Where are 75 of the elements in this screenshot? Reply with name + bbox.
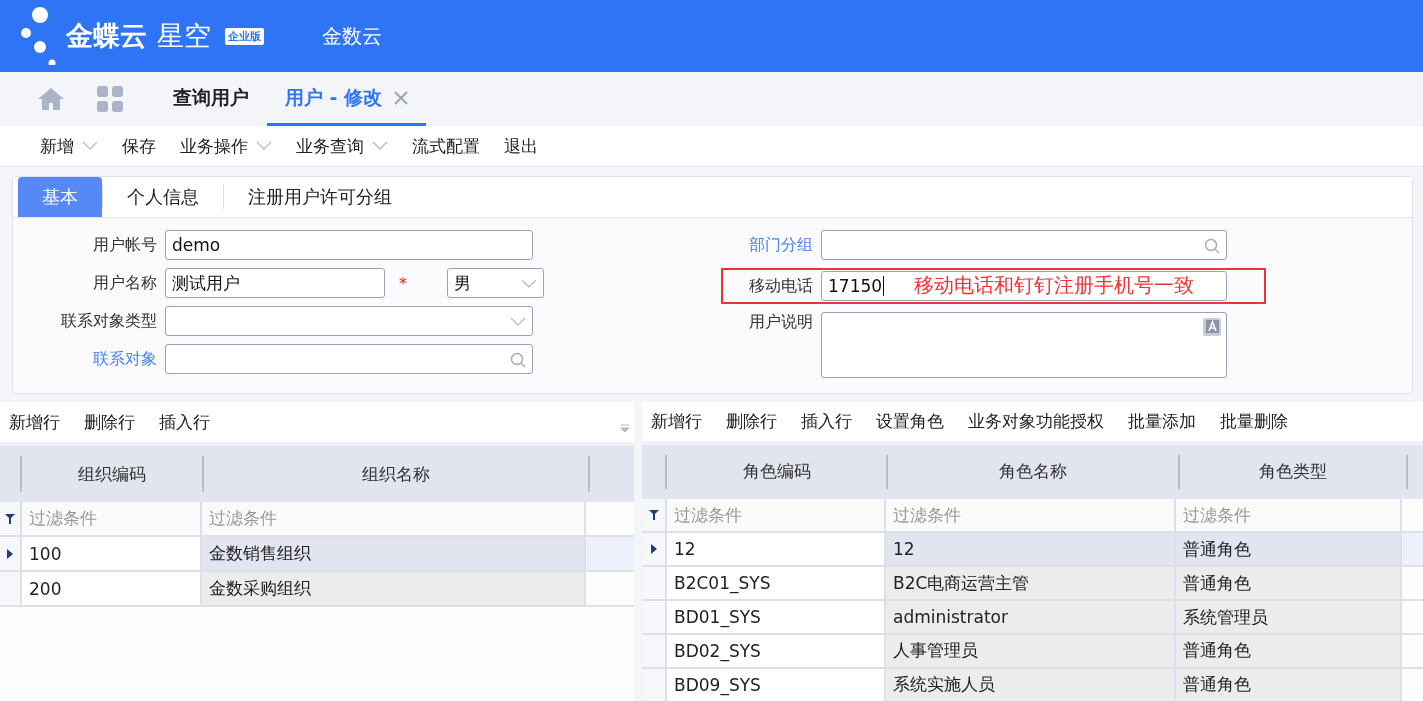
toolbar-button[interactable]: 保存 <box>122 134 156 158</box>
column-header[interactable]: 角色编码 <box>665 454 886 490</box>
grid-toolbar-button[interactable]: 设置角色 <box>876 409 944 433</box>
lookup-field[interactable] <box>165 344 533 374</box>
grid-toolbar-button[interactable]: 批量删除 <box>1220 409 1288 433</box>
table-cell: 金数销售组织 <box>200 537 584 570</box>
field-label: 用户名称 <box>92 272 157 294</box>
field-label: 用户说明 <box>748 312 813 333</box>
product-name: 星空 <box>157 19 211 53</box>
chevron-down-icon <box>521 279 537 289</box>
phone-field[interactable]: 17150 移动电话和钉钉注册手机号一致 <box>821 271 1227 301</box>
home-icon[interactable] <box>37 87 65 111</box>
row-indicator-cell[interactable] <box>642 669 665 701</box>
table-cell: 12 <box>884 533 1174 566</box>
table-cell: 普通角色 <box>1174 635 1400 667</box>
page-tab[interactable]: 查询用户 <box>155 72 267 126</box>
toolbar-button[interactable]: 流式配置 <box>412 134 480 158</box>
table-cell: 系统管理员 <box>1174 601 1400 633</box>
organization-name: 金数云 <box>322 22 382 50</box>
grid-toolbar-button[interactable]: 删除行 <box>84 410 135 434</box>
grid-toolbar-button[interactable]: 插入行 <box>159 410 210 434</box>
search-icon[interactable] <box>1204 238 1220 254</box>
annotation-text: 移动电话和钉钉注册手机号一致 <box>914 272 1194 299</box>
column-header[interactable]: 组织编码 <box>20 456 202 492</box>
required-mark: * <box>398 273 408 293</box>
collapse-icon[interactable] <box>620 424 630 433</box>
select-field[interactable]: 男 <box>447 268 544 298</box>
toolbar-button[interactable]: 新增 <box>40 134 98 158</box>
column-header[interactable]: 角色类型 <box>1178 454 1406 490</box>
row-indicator-cell[interactable] <box>642 567 665 599</box>
grid-toolbar-button[interactable]: 删除行 <box>726 409 777 433</box>
apps-grid-icon[interactable] <box>97 86 123 112</box>
table-cell: B2C电商运营主管 <box>884 567 1174 599</box>
lookup-field[interactable] <box>821 230 1227 260</box>
grid-toolbar-button[interactable]: 新增行 <box>9 410 60 434</box>
filter-icon <box>648 510 659 521</box>
text-field[interactable]: demo <box>165 230 533 260</box>
row-indicator-cell[interactable] <box>0 572 20 605</box>
row-indicator-cell[interactable] <box>0 537 20 570</box>
table-cell: 普通角色 <box>1174 669 1400 701</box>
grid-toolbar-button[interactable]: 新增行 <box>651 409 702 433</box>
table-cell: 金数采购组织 <box>200 572 584 605</box>
column-header[interactable]: 角色名称 <box>886 454 1178 490</box>
table-cell: 系统实施人员 <box>884 669 1174 701</box>
table-cell: 普通角色 <box>1174 567 1400 599</box>
grid-toolbar-button[interactable]: 业务对象功能授权 <box>968 409 1104 433</box>
description-field[interactable] <box>821 312 1227 378</box>
field-label: 联系对象类型 <box>60 310 157 332</box>
toolbar-button[interactable]: 业务查询 <box>296 134 388 158</box>
grid-toolbar-button[interactable]: 批量添加 <box>1128 409 1196 433</box>
table-cell: administrator <box>884 601 1174 633</box>
row-indicator-cell[interactable] <box>642 601 665 633</box>
select-field[interactable] <box>165 306 533 336</box>
close-icon[interactable] <box>394 90 409 105</box>
text-format-icon[interactable] <box>1202 317 1222 337</box>
form-tab[interactable]: 注册用户许可分组 <box>224 177 416 217</box>
field-label[interactable]: 部门分组 <box>733 234 813 256</box>
text-field[interactable]: 测试用户 <box>165 268 385 298</box>
field-label[interactable]: 联系对象 <box>13 348 157 370</box>
column-header[interactable]: 组织名称 <box>202 456 588 492</box>
brand-name: 金蝶云 <box>66 19 147 53</box>
form-tab[interactable]: 个人信息 <box>103 177 223 217</box>
toolbar-button[interactable]: 退出 <box>504 134 538 158</box>
field-label: 用户帐号 <box>92 234 157 256</box>
row-indicator-cell[interactable] <box>642 635 665 667</box>
edition-badge: 企业版 <box>225 27 264 45</box>
table-cell: 普通角色 <box>1174 533 1400 566</box>
grid-toolbar-button[interactable]: 插入行 <box>801 409 852 433</box>
filter-icon <box>5 513 15 524</box>
field-label: 移动电话 <box>748 275 813 297</box>
search-icon[interactable] <box>510 352 526 368</box>
chevron-down-icon <box>510 317 526 327</box>
table-cell: 人事管理员 <box>884 635 1174 667</box>
toolbar-button[interactable]: 业务操作 <box>180 134 272 158</box>
row-indicator-cell[interactable] <box>642 533 665 566</box>
